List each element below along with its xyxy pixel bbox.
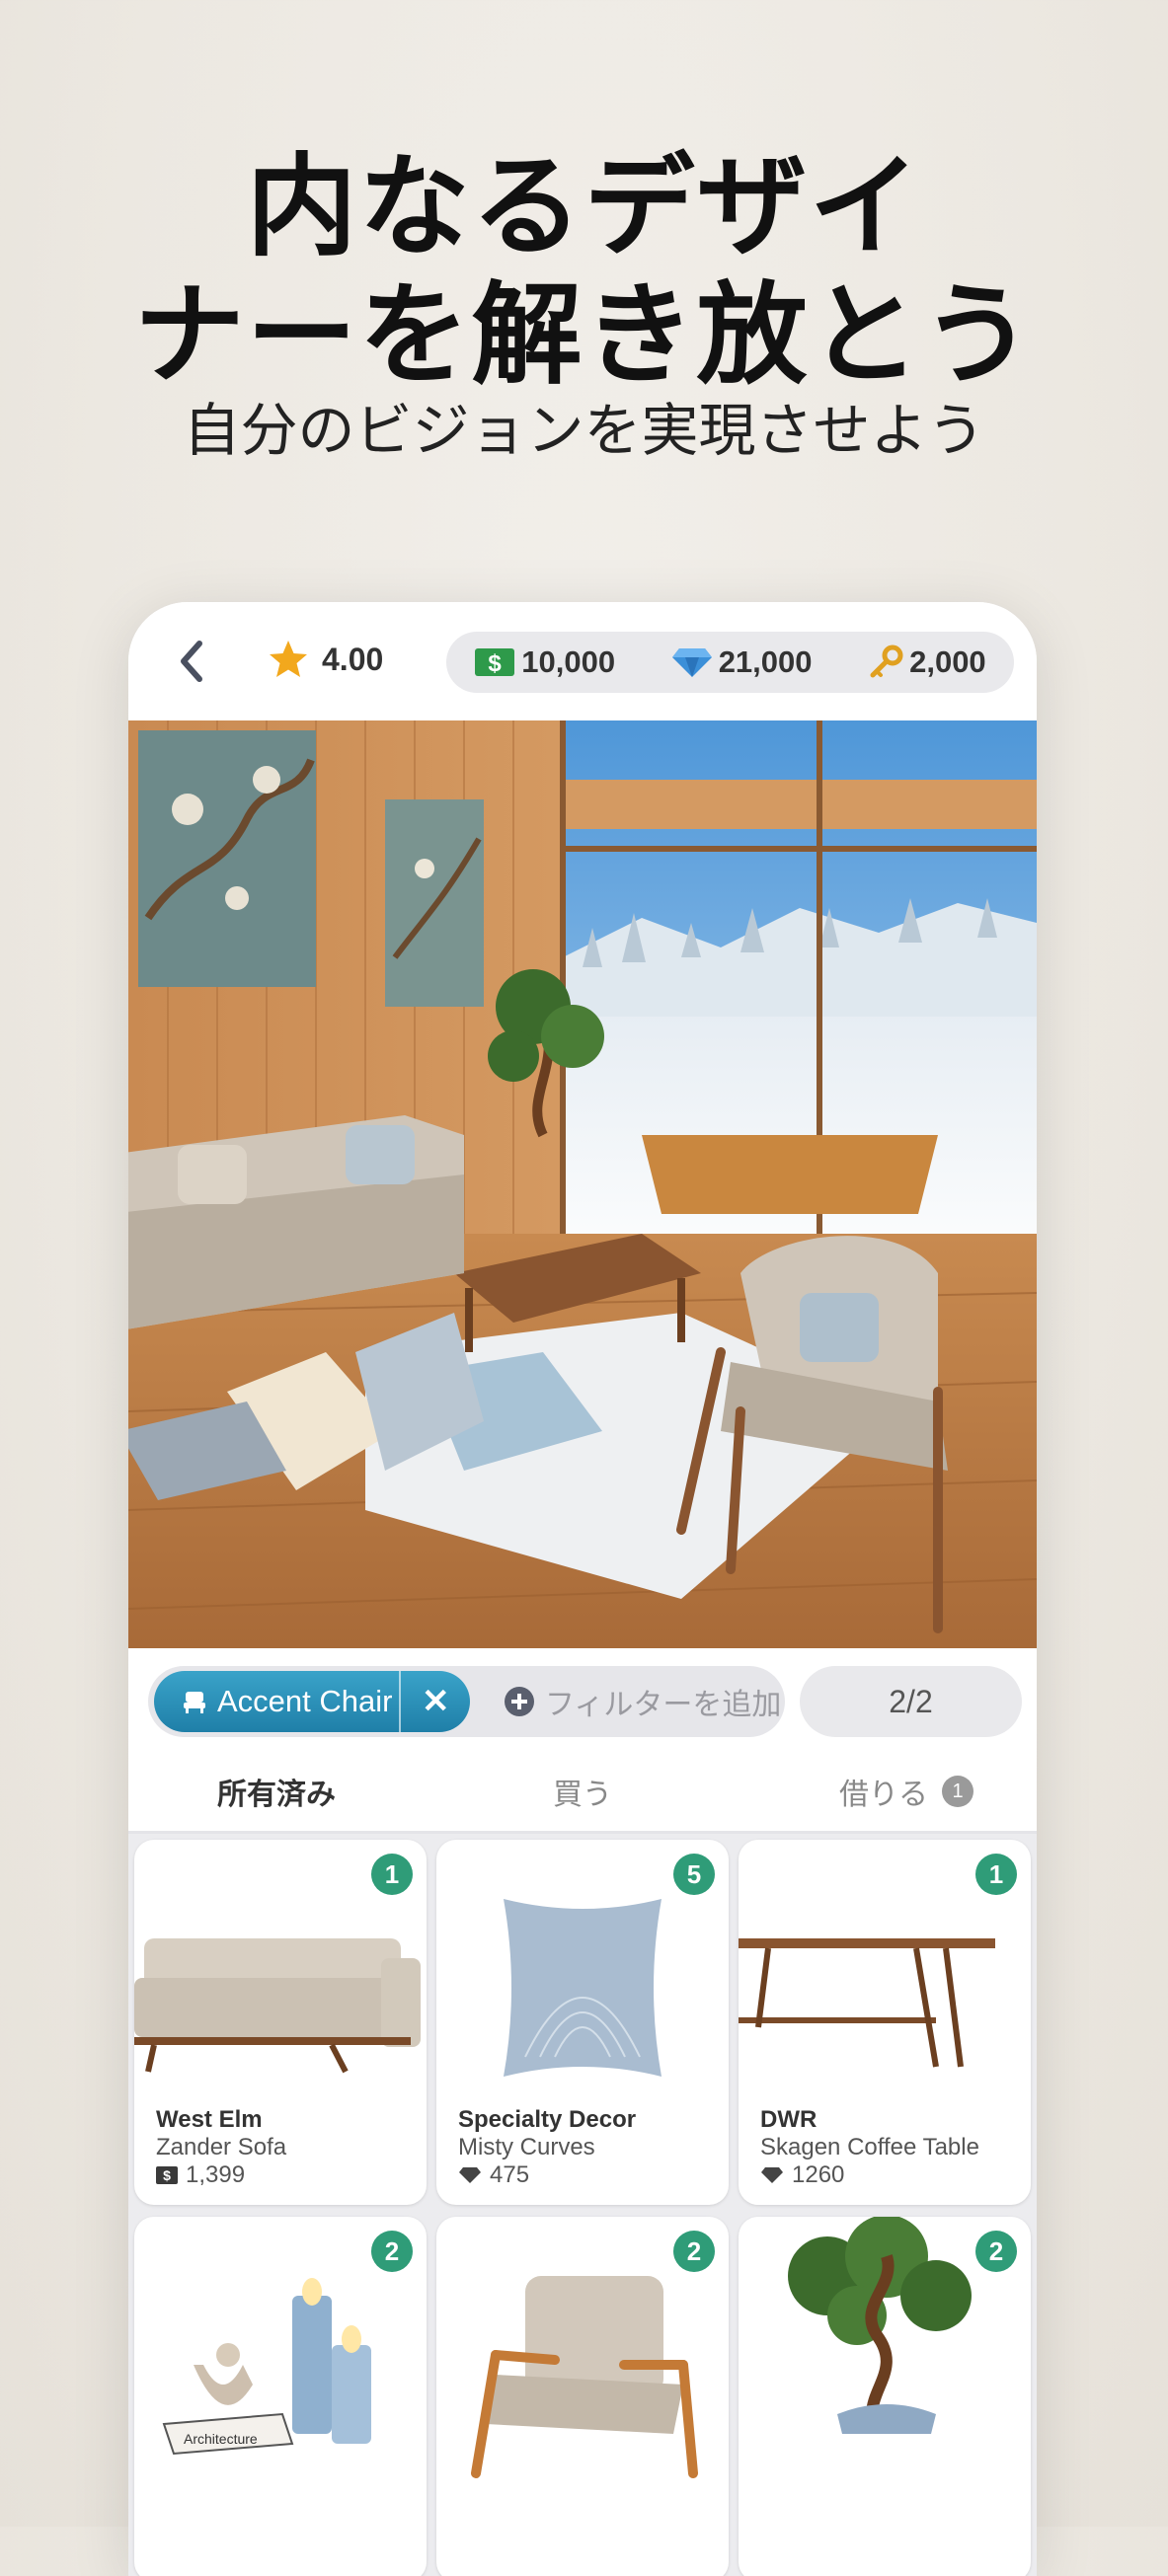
item-brand: Specialty Decor xyxy=(458,2106,637,2133)
item-card[interactable]: 2 xyxy=(436,2217,729,2576)
tab-owned-label: 所有済み xyxy=(217,1778,336,1812)
filter-pill: Accent Chair ✕ フィルターを追加 xyxy=(148,1666,785,1737)
phone-frame: 4.00 $ 10,000 21,000 2,000 Accent Chair … xyxy=(128,602,1037,2576)
tab-buy-label: 買う xyxy=(553,1778,612,1812)
room-preview[interactable] xyxy=(128,720,1037,1648)
cash-balance: $ 10,000 xyxy=(474,644,615,680)
item-price-value: 1260 xyxy=(792,2161,845,2188)
key-balance: 2,000 xyxy=(868,644,986,680)
diamond-icon xyxy=(459,2167,481,2183)
tab-rent[interactable]: 借りる 1 xyxy=(839,1752,973,1831)
active-filter-label: Accent Chair xyxy=(217,1684,393,1718)
living-room-scene xyxy=(128,720,1037,1648)
item-card[interactable]: 2 xyxy=(739,2217,1031,2576)
currency-bar[interactable]: $ 10,000 21,000 2,000 xyxy=(446,632,1014,693)
headline-line-2: ナーを解き放とう xyxy=(133,271,1035,400)
cash-icon: $ xyxy=(156,2166,178,2184)
chair-icon xyxy=(184,1692,205,1713)
plus-circle-icon xyxy=(505,1687,534,1716)
headline-line-1: 内なるデザイ xyxy=(246,143,922,271)
key-icon xyxy=(870,644,903,678)
item-price-value: 475 xyxy=(490,2161,530,2188)
item-name: Zander Sofa xyxy=(156,2134,287,2160)
svg-text:$: $ xyxy=(489,650,503,677)
promo-headline: 内なるデザイ ナーを解き放とう xyxy=(0,143,1168,400)
page-indicator[interactable]: 2/2 xyxy=(800,1666,1022,1737)
item-brand: West Elm xyxy=(156,2106,263,2133)
tab-buy[interactable]: 買う xyxy=(553,1752,612,1831)
filter-bar: Accent Chair ✕ フィルターを追加 2/2 xyxy=(128,1648,1037,1752)
item-card[interactable]: 1 West Elm Zander Sofa $ 1,399 xyxy=(134,1840,427,2205)
accent-chair-image xyxy=(471,2276,698,2478)
item-card[interactable]: 1 DWR Skagen Coffee Table 1260 xyxy=(739,1840,1031,2205)
sofa-image xyxy=(134,1938,421,2074)
cash-icon: $ xyxy=(475,648,515,677)
add-filter-label: フィルターを追加 xyxy=(545,1688,782,1722)
item-price: 475 xyxy=(458,2161,529,2189)
item-name: Skagen Coffee Table xyxy=(760,2134,979,2160)
book-label: Architecture xyxy=(184,2431,258,2447)
back-button[interactable] xyxy=(166,634,221,689)
coffee-table-image xyxy=(739,1938,995,2068)
svg-text:$: $ xyxy=(163,2167,171,2183)
item-price: $ 1,399 xyxy=(156,2161,245,2189)
top-bar: 4.00 $ 10,000 21,000 2,000 xyxy=(128,602,1037,720)
tab-rent-badge: 1 xyxy=(942,1776,973,1807)
remove-filter-icon[interactable]: ✕ xyxy=(401,1682,470,1721)
diamond-balance: 21,000 xyxy=(671,644,813,680)
rating: 4.00 xyxy=(267,638,383,681)
catalog-tabs: 所有済み 買う 借りる 1 xyxy=(128,1752,1037,1834)
add-filter-button[interactable]: フィルターを追加 xyxy=(504,1666,781,1737)
item-brand: DWR xyxy=(760,2106,818,2133)
rating-value: 4.00 xyxy=(322,641,384,677)
chevron-left-icon xyxy=(181,641,202,682)
diamond-icon xyxy=(761,2167,783,2183)
cash-value: 10,000 xyxy=(521,644,616,679)
item-price-value: 1,399 xyxy=(186,2161,246,2188)
item-card[interactable]: 5 Specialty Decor Misty Curves 475 xyxy=(436,1840,729,2205)
item-name: Misty Curves xyxy=(458,2134,595,2160)
candles-image: Architecture xyxy=(162,2278,371,2456)
active-filter-chip[interactable]: Accent Chair ✕ xyxy=(154,1671,470,1732)
pillow-image xyxy=(504,1899,662,2077)
item-price: 1260 xyxy=(760,2161,844,2189)
star-icon xyxy=(270,641,307,677)
item-card[interactable]: 2 Architecture xyxy=(134,2217,427,2576)
tab-rent-label: 借りる xyxy=(839,1778,928,1812)
diamond-icon xyxy=(671,648,712,677)
bonsai-image xyxy=(788,2217,972,2434)
tab-owned[interactable]: 所有済み xyxy=(217,1752,336,1831)
diamond-value: 21,000 xyxy=(718,644,813,679)
item-grid: 1 West Elm Zander Sofa $ 1,399 5 Special… xyxy=(128,1834,1037,2576)
key-value: 2,000 xyxy=(909,644,986,679)
promo-subtitle: 自分のビジョンを実現させよう xyxy=(183,397,985,464)
